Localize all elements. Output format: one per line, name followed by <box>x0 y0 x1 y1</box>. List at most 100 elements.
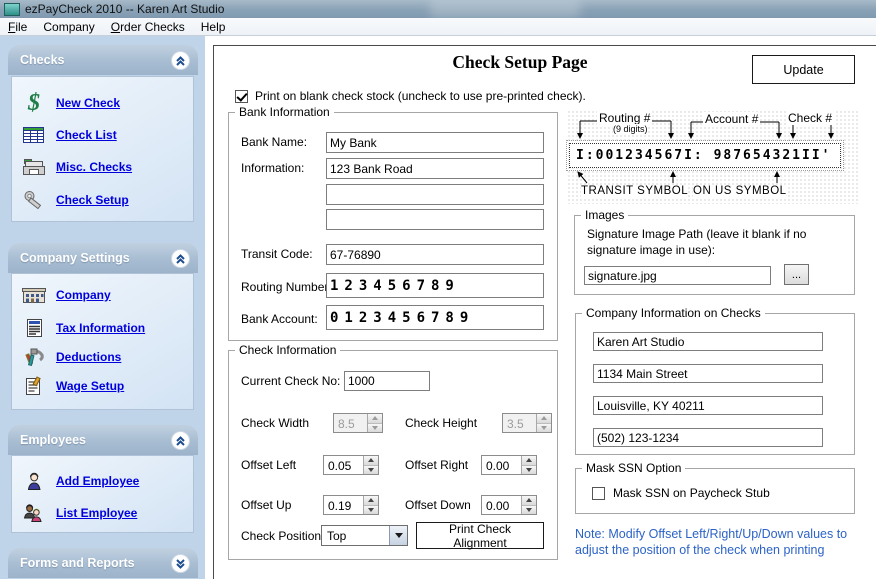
bank-info-line2-input[interactable] <box>326 184 544 205</box>
chevron-up-icon[interactable] <box>171 431 190 450</box>
offset-left-spinner[interactable]: 0.05 <box>323 455 379 475</box>
check-number-callout: Check # <box>786 111 834 125</box>
sidebar-item-label[interactable]: Misc. Checks <box>56 160 132 174</box>
dollar-icon: $ <box>12 93 56 113</box>
spin-down-icon[interactable] <box>522 466 536 475</box>
routing-number-input[interactable] <box>326 273 544 298</box>
sidebar-item-label[interactable]: Check List <box>56 128 117 142</box>
sidebar-item-misc-checks[interactable]: Misc. Checks <box>12 152 193 182</box>
spin-up-icon <box>537 414 551 424</box>
sidebar-item-label[interactable]: Add Employee <box>56 474 139 488</box>
menu-company[interactable]: Company <box>43 20 94 34</box>
chevron-down-icon[interactable] <box>389 526 407 545</box>
spin-up-icon[interactable] <box>364 456 378 466</box>
printer-icon <box>12 157 56 177</box>
check-width-spinner: 8.5 <box>333 413 383 433</box>
current-check-no-input[interactable] <box>344 371 430 391</box>
spin-up-icon[interactable] <box>522 456 536 466</box>
spin-down-icon[interactable] <box>364 506 378 515</box>
print-check-alignment-button[interactable]: Print Check Alignment <box>416 522 544 549</box>
sidebar-item-list-employee[interactable]: List Employee <box>12 498 193 528</box>
offset-right-spinner[interactable]: 0.00 <box>481 455 537 475</box>
spin-up-icon[interactable] <box>364 496 378 506</box>
section-title: Company Settings <box>20 251 130 265</box>
spinner-value: 0.00 <box>482 496 521 514</box>
menu-file[interactable]: File <box>8 20 27 34</box>
sidebar-item-deductions[interactable]: Deductions <box>12 342 193 372</box>
transit-symbol-label: TRANSIT SYMBOL <box>581 185 688 197</box>
offset-down-label: Offset Down <box>405 498 471 512</box>
sidebar-item-new-check[interactable]: $ New Check <box>12 88 193 118</box>
sidebar-item-wage-setup[interactable]: Wage Setup <box>12 371 193 401</box>
spinner-value: 8.5 <box>334 414 367 432</box>
section-header-forms-reports[interactable]: Forms and Reports <box>8 548 198 578</box>
update-button[interactable]: Update <box>752 55 855 84</box>
micr-sample-line: I:001234567I: 987654321II' 0101 <box>569 143 841 168</box>
sidebar-item-company[interactable]: Company <box>12 280 193 310</box>
information-label: Information: <box>241 161 304 175</box>
sidebar-item-label[interactable]: New Check <box>56 96 120 110</box>
sidebar-item-check-setup[interactable]: Check Setup <box>12 185 193 215</box>
group-title: Company Information on Checks <box>582 306 765 320</box>
on-us-symbol-label: ON US SYMBOL <box>693 185 787 197</box>
section-header-checks[interactable]: Checks <box>8 45 198 75</box>
section-panel-checks: $ New Check Check List <box>11 76 194 222</box>
mask-ssn-row: Mask SSN on Paycheck Stub <box>592 486 770 500</box>
menu-help[interactable]: Help <box>201 20 226 34</box>
company-phone-input[interactable] <box>593 428 823 447</box>
blank-stock-checkbox[interactable] <box>235 90 248 103</box>
titlebar-glass-reflection <box>430 0 580 18</box>
section-header-employees[interactable]: Employees <box>8 425 198 455</box>
signature-path-caption: Signature Image Path (leave it blank if … <box>587 227 839 258</box>
images-group: Images Signature Image Path (leave it bl… <box>574 215 855 295</box>
bank-info-line3-input[interactable] <box>326 209 544 230</box>
section-panel-employees: Add Employee List Employee <box>11 455 194 533</box>
sidebar-item-label[interactable]: List Employee <box>56 506 137 520</box>
sidebar-item-label[interactable]: Company <box>56 288 111 302</box>
spin-down-icon[interactable] <box>364 466 378 475</box>
browse-button[interactable]: ... <box>784 264 809 285</box>
blank-stock-label: Print on blank check stock (uncheck to u… <box>255 89 586 103</box>
section-header-company-settings[interactable]: Company Settings <box>8 243 198 273</box>
offset-up-spinner[interactable]: 0.19 <box>323 495 379 515</box>
sidebar-item-check-list[interactable]: Check List <box>12 120 193 150</box>
section-title: Employees <box>20 433 86 447</box>
bank-account-input[interactable] <box>326 305 544 330</box>
tax-form-icon <box>12 318 56 338</box>
chevron-down-icon[interactable] <box>171 554 190 573</box>
bank-info-line1-input[interactable] <box>326 158 544 179</box>
company-city-input[interactable] <box>593 396 823 415</box>
bank-name-input[interactable] <box>326 132 544 153</box>
check-width-label: Check Width <box>241 416 309 430</box>
company-street-input[interactable] <box>593 364 823 383</box>
spinner-value: 0.00 <box>482 456 521 474</box>
check-height-label: Check Height <box>405 416 477 430</box>
offset-down-spinner[interactable]: 0.00 <box>481 495 537 515</box>
sidebar-item-add-employee[interactable]: Add Employee <box>12 466 193 496</box>
title-bar[interactable]: ezPayCheck 2010 -- Karen Art Studio <box>0 0 876 18</box>
transit-code-input[interactable] <box>326 244 544 265</box>
sidebar-item-label[interactable]: Wage Setup <box>56 379 124 393</box>
chevron-up-icon[interactable] <box>171 51 190 70</box>
section-title: Forms and Reports <box>20 556 135 570</box>
company-info-group: Company Information on Checks <box>575 313 855 455</box>
offset-up-label: Offset Up <box>241 498 291 512</box>
signature-path-input[interactable] <box>584 266 771 285</box>
sidebar-item-label[interactable]: Tax Information <box>56 321 145 335</box>
building-icon <box>12 285 56 305</box>
mask-ssn-checkbox[interactable] <box>592 487 605 500</box>
wrench-icon <box>12 190 56 210</box>
spin-down-icon <box>368 424 382 433</box>
menu-order-checks[interactable]: Order Checks <box>111 20 185 34</box>
spin-up-icon[interactable] <box>522 496 536 506</box>
window-title: ezPayCheck 2010 -- Karen Art Studio <box>25 2 224 16</box>
company-name-input[interactable] <box>593 332 823 351</box>
spin-down-icon[interactable] <box>522 506 536 515</box>
chevron-up-icon[interactable] <box>171 249 190 268</box>
check-position-select[interactable]: Top <box>321 525 408 546</box>
sidebar-item-label[interactable]: Deductions <box>56 350 121 364</box>
offset-left-label: Offset Left <box>241 458 296 472</box>
section-title: Checks <box>20 53 64 67</box>
sidebar-item-label[interactable]: Check Setup <box>56 193 129 207</box>
sidebar-item-tax-information[interactable]: Tax Information <box>12 313 193 343</box>
